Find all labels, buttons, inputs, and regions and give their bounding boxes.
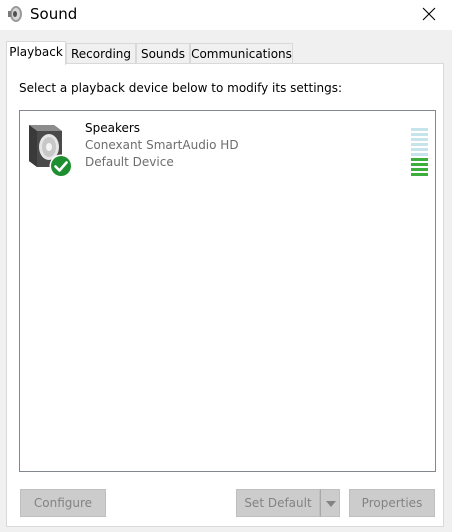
device-item-speakers[interactable]: Speakers Conexant SmartAudio HD Default … bbox=[26, 119, 428, 183]
tab-sounds[interactable]: Sounds bbox=[136, 43, 190, 63]
level-meter-segment bbox=[411, 143, 428, 146]
chevron-down-icon bbox=[326, 501, 336, 507]
configure-button[interactable]: Configure bbox=[20, 489, 106, 517]
level-meter-segment bbox=[411, 158, 428, 161]
title-bar[interactable]: Sound bbox=[0, 0, 452, 30]
level-meter-segment bbox=[411, 153, 428, 156]
level-meter-segment bbox=[411, 138, 428, 141]
device-driver: Conexant SmartAudio HD bbox=[85, 138, 239, 152]
tab-recording[interactable]: Recording bbox=[66, 43, 136, 63]
tab-playback[interactable]: Playback bbox=[6, 41, 66, 65]
properties-button[interactable]: Properties bbox=[349, 489, 435, 517]
close-icon bbox=[422, 7, 436, 21]
level-meter-segment bbox=[411, 148, 428, 151]
device-name: Speakers bbox=[85, 121, 141, 135]
set-default-button[interactable]: Set Default bbox=[236, 489, 320, 517]
speaker-app-icon bbox=[7, 5, 23, 23]
window-title: Sound bbox=[30, 5, 78, 23]
set-default-dropdown-button[interactable] bbox=[320, 489, 340, 517]
level-meter-segment bbox=[411, 133, 428, 136]
playback-device-list[interactable]: Speakers Conexant SmartAudio HD Default … bbox=[19, 110, 436, 472]
level-meter-segment bbox=[411, 173, 428, 176]
default-device-check-icon bbox=[49, 154, 73, 178]
device-status: Default Device bbox=[85, 155, 174, 169]
level-meter-segment bbox=[411, 168, 428, 171]
sound-dialog: Sound Playback Recording Sounds Communic… bbox=[0, 0, 452, 532]
level-meter-segment bbox=[411, 163, 428, 166]
playback-instructions: Select a playback device below to modify… bbox=[19, 81, 343, 95]
level-meter-segment bbox=[411, 128, 428, 131]
close-button[interactable] bbox=[406, 0, 452, 30]
audio-level-meter bbox=[411, 128, 428, 180]
tab-communications[interactable]: Communications bbox=[190, 43, 293, 63]
